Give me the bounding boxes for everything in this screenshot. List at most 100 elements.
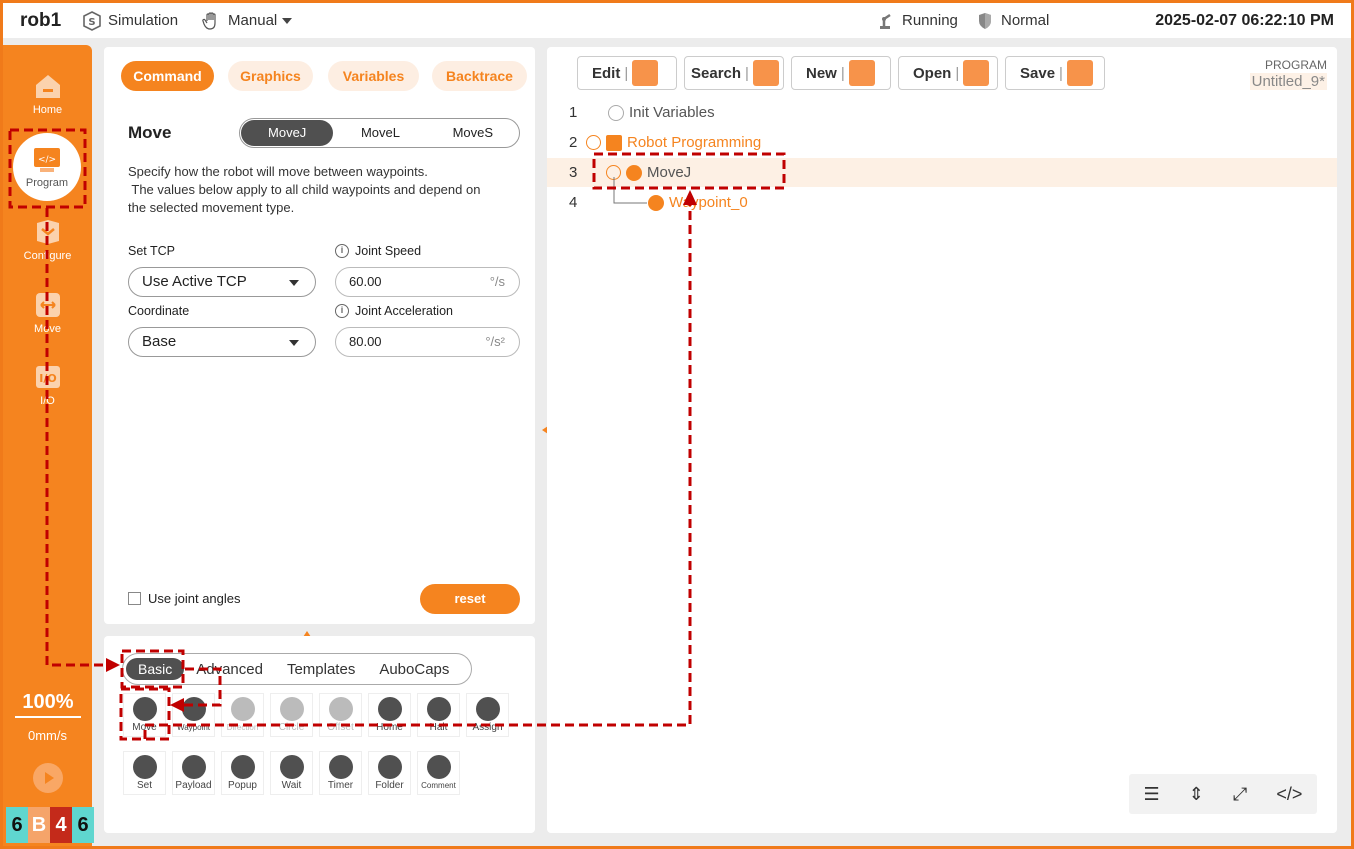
info-icon[interactable]: i <box>335 244 349 258</box>
code-view-icon[interactable]: </> <box>1276 784 1302 805</box>
tree-item-waypoint[interactable]: Waypoint_0 <box>648 194 748 211</box>
tab-backtrace[interactable]: Backtrace <box>432 61 527 91</box>
joint-accel-unit: °/s² <box>485 334 505 349</box>
tree-item-robot-programming[interactable]: Robot Programming <box>586 134 761 151</box>
line-number: 4 <box>569 194 578 211</box>
collapse-icon[interactable] <box>586 135 601 150</box>
tab-templates[interactable]: Templates <box>275 661 367 678</box>
toolbox-tabs: Basic Advanced Templates AuboCaps <box>122 653 472 685</box>
joint-accel-value: 80.00 <box>349 334 382 349</box>
nav-home[interactable]: Home <box>3 71 92 116</box>
movel-option[interactable]: MoveL <box>334 119 426 147</box>
moves-option[interactable]: MoveS <box>427 119 519 147</box>
tool-wait[interactable]: Wait <box>270 751 313 795</box>
svg-text:I/O: I/O <box>39 372 56 385</box>
view-toolbar: ☰ ⇕ ⤢ </> <box>1129 774 1317 814</box>
configure-icon <box>36 220 59 244</box>
play-button[interactable] <box>33 763 63 793</box>
set-tcp-select[interactable]: Use Active TCP <box>128 267 316 297</box>
movej-option[interactable]: MoveJ <box>241 120 334 146</box>
tool-move[interactable]: Move <box>123 693 166 737</box>
tool-circle[interactable]: Circle <box>270 693 313 737</box>
status-badge: 6 <box>6 807 28 843</box>
tool-home[interactable]: Home <box>368 693 411 737</box>
tab-advanced[interactable]: Advanced <box>184 661 275 678</box>
info-icon[interactable]: i <box>335 304 349 318</box>
tool-folder[interactable]: Folder <box>368 751 411 795</box>
tab-aubocaps[interactable]: AuboCaps <box>367 661 461 678</box>
new-button[interactable]: New | <box>791 56 891 90</box>
move-description: Specify how the robot will move between … <box>128 163 518 217</box>
description-line: the selected movement type. <box>128 200 295 215</box>
tool-halt[interactable]: Halt <box>417 693 460 737</box>
simulation-mode[interactable]: S Simulation <box>82 10 178 31</box>
nav-home-label: Home <box>32 104 63 116</box>
search-button[interactable]: Search | <box>684 56 784 90</box>
line-number: 3 <box>569 164 578 181</box>
coordinate-select[interactable]: Base <box>128 327 316 357</box>
tool-assign[interactable]: Assign <box>466 693 509 737</box>
save-button[interactable]: Save | <box>1005 56 1105 90</box>
joint-speed-label-row: i Joint Speed <box>335 244 421 258</box>
program-name: Untitled_9* <box>1249 73 1327 90</box>
tree-item-init-variables[interactable]: Init Variables <box>608 104 715 121</box>
line-number: 2 <box>569 134 578 151</box>
move-icon <box>132 697 157 721</box>
reset-button[interactable]: reset <box>420 584 520 614</box>
joint-speed-input[interactable]: 60.00 °/s <box>335 267 520 297</box>
sort-icon[interactable]: ☰ <box>1144 784 1160 805</box>
use-joint-angles-checkbox[interactable]: Use joint angles <box>128 591 241 606</box>
manual-label: Manual <box>228 12 278 29</box>
open-button[interactable]: Open | <box>898 56 998 90</box>
tool-label: Wait <box>281 780 302 791</box>
tab-basic[interactable]: Basic <box>126 658 185 680</box>
running-label: Running <box>902 12 958 29</box>
pencil-icon <box>632 60 659 86</box>
joint-speed-label: Joint Speed <box>355 244 422 258</box>
tool-direction[interactable]: Direction <box>221 693 264 737</box>
svg-text:</>: </> <box>38 155 56 165</box>
tool-label: Folder <box>375 780 404 791</box>
tool-label: Circle <box>278 722 305 733</box>
tool-waypoint[interactable]: Waypoint <box>172 693 215 737</box>
checkbox-box[interactable] <box>128 592 141 605</box>
status-badge: B <box>28 807 50 843</box>
nav-configure[interactable]: Configure <box>3 217 92 262</box>
gear-icon <box>132 755 157 779</box>
tab-command[interactable]: Command <box>121 61 214 91</box>
speed-percent[interactable]: 100% <box>15 691 81 718</box>
folder-open-icon <box>963 60 990 86</box>
nav-program[interactable]: </> Program <box>13 133 81 201</box>
edit-button[interactable]: Edit | <box>577 56 677 90</box>
coordinate-value: Base <box>142 333 177 350</box>
status-badges: 6 B 4 6 <box>6 807 94 843</box>
nav-program-label: Program <box>25 177 69 189</box>
nav-io[interactable]: I/O I/O <box>3 362 92 407</box>
tool-payload[interactable]: Payload <box>172 751 215 795</box>
manual-mode-select[interactable]: Manual <box>202 11 297 31</box>
nav-move[interactable]: Move <box>3 290 92 335</box>
tool-popup[interactable]: Popup <box>221 751 264 795</box>
tool-comment[interactable]: Comment <box>417 751 460 795</box>
joint-accel-input[interactable]: 80.00 °/s² <box>335 327 520 357</box>
robot-name: rob1 <box>20 9 62 31</box>
offset-icon <box>328 697 353 721</box>
tool-timer[interactable]: Timer <box>319 751 362 795</box>
open-label: Open <box>913 64 952 82</box>
caret-down-icon <box>289 340 299 346</box>
left-nav-rail: Home </> Program Configure Move I/O I/O … <box>3 45 94 846</box>
tool-label: Timer <box>327 780 354 791</box>
move-icon <box>35 293 60 317</box>
tool-label: Payload <box>175 780 212 791</box>
move-type-selector[interactable]: MoveJ MoveL MoveS <box>239 118 520 148</box>
tool-offset[interactable]: Offset <box>319 693 362 737</box>
tool-set[interactable]: Set <box>123 751 166 795</box>
play-icon <box>45 772 54 784</box>
fullscreen-icon[interactable]: ⤢ <box>1233 784 1247 805</box>
robot-state: Running <box>876 11 958 31</box>
tool-label: Comment <box>421 781 456 790</box>
halt-icon <box>426 697 451 721</box>
tab-graphics[interactable]: Graphics <box>228 61 313 91</box>
tab-variables[interactable]: Variables <box>328 61 419 91</box>
collapse-all-icon[interactable]: ⇕ <box>1189 784 1204 805</box>
